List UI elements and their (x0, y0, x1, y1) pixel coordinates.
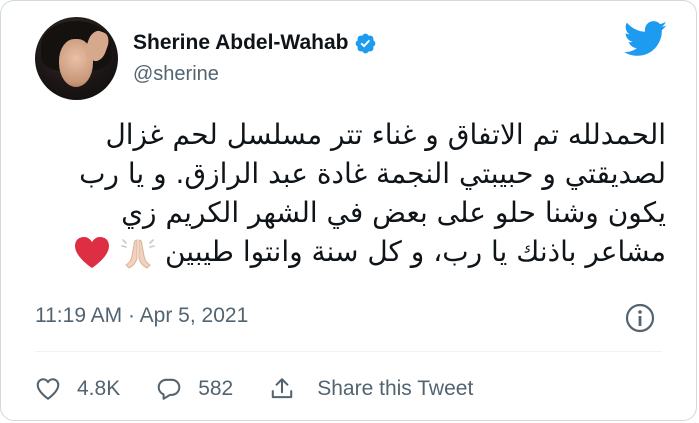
author-name-row[interactable]: Sherine Abdel-Wahab (133, 31, 377, 55)
heart-outline-icon (36, 378, 60, 400)
verified-badge-icon (356, 33, 376, 53)
folded-hands-emoji-icon (121, 239, 155, 269)
divider (35, 351, 662, 352)
share-button[interactable]: Share this Tweet (269, 376, 473, 402)
twitter-logo-icon[interactable] (624, 21, 668, 57)
like-count: 4.8K (77, 377, 121, 400)
like-button[interactable]: 4.8K (35, 376, 120, 402)
author-display-name[interactable]: Sherine Abdel-Wahab (133, 31, 348, 55)
reply-bubble-icon (157, 378, 181, 400)
tweet-text-line: مشاعر باذنك يا رب، و كل سنة وانتوا طيبين (164, 235, 666, 268)
info-icon[interactable] (624, 302, 656, 334)
reply-count: 582 (198, 377, 234, 400)
tweet-text-line: لصديقتي و حبيبتي النجمة غادة عبد الرازق.… (79, 157, 666, 190)
avatar[interactable] (35, 17, 118, 100)
share-label: Share this Tweet (317, 377, 474, 400)
author-handle[interactable]: @sherine (133, 63, 219, 86)
tweet-actions: 4.8K 582 Share this Tweet (35, 371, 509, 407)
tweet-text-line-last: مشاعر باذنك يا رب، و كل سنة وانتوا طيبين (31, 232, 666, 271)
tweet-text-line: يكون وشنا حلو على بعض في الشهر الكريم زي (121, 196, 666, 229)
tweet-text-line: الحمدلله تم الاتفاق و غناء تتر مسلسل لحم… (105, 118, 666, 151)
reply-button[interactable]: 582 (156, 376, 233, 402)
red-heart-emoji-icon (75, 237, 110, 268)
tweet-header: Sherine Abdel-Wahab @sherine (35, 17, 676, 101)
tweet-timestamp[interactable]: 11:19 AM · Apr 5, 2021 (35, 304, 248, 328)
share-upload-icon (272, 378, 293, 399)
tweet-text: الحمدلله تم الاتفاق و غناء تتر مسلسل لحم… (31, 115, 666, 271)
tweet-card: Sherine Abdel-Wahab @sherine الحمدلله تم… (0, 0, 697, 421)
